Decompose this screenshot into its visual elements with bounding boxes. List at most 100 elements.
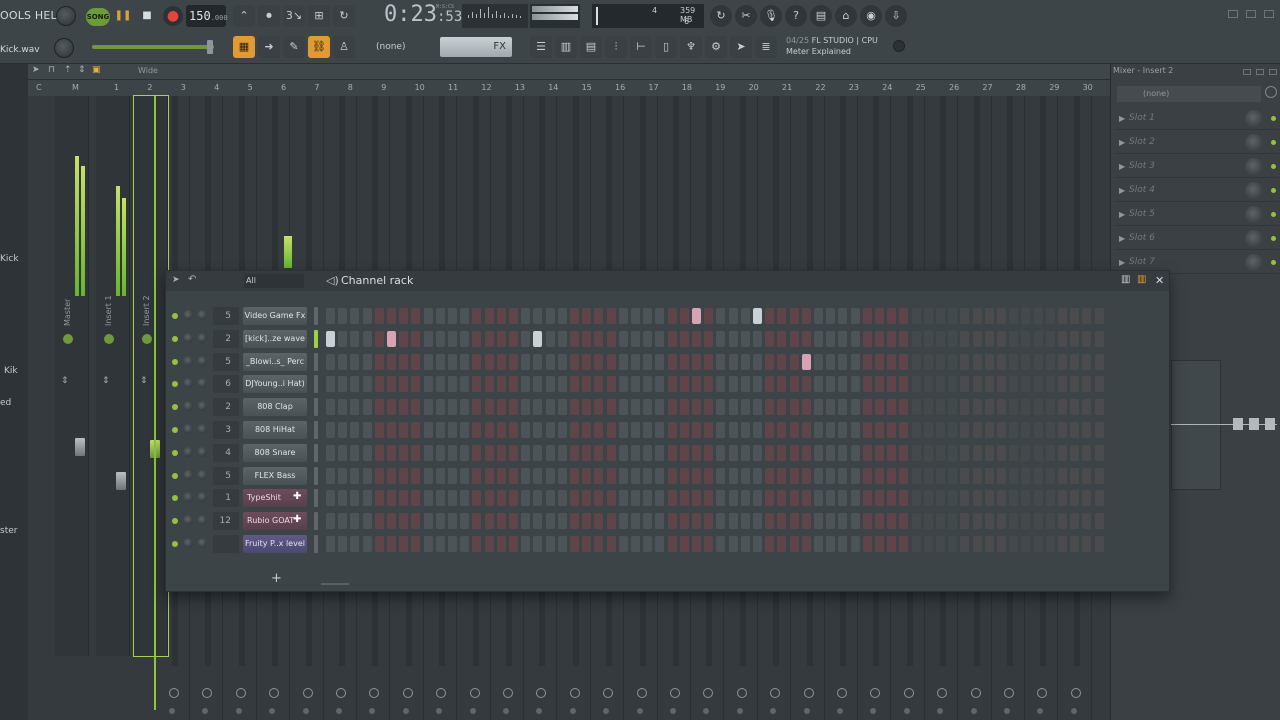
step-button[interactable] bbox=[521, 444, 531, 461]
step-button[interactable] bbox=[399, 422, 409, 438]
step-button[interactable] bbox=[936, 399, 945, 416]
step-button[interactable] bbox=[570, 422, 579, 438]
track-button[interactable] bbox=[536, 688, 547, 698]
step-button[interactable] bbox=[448, 513, 457, 530]
channel-row[interactable]: 6 DJYoung..i Hat) bbox=[166, 373, 1169, 396]
step-button[interactable] bbox=[655, 467, 665, 484]
expand-icon[interactable]: ▶ bbox=[1119, 186, 1125, 195]
step-button[interactable] bbox=[911, 399, 921, 416]
step-button[interactable] bbox=[509, 467, 518, 484]
step-button[interactable] bbox=[1094, 308, 1104, 324]
track-button[interactable] bbox=[770, 708, 777, 714]
step-button[interactable] bbox=[936, 353, 945, 370]
pan-knob[interactable] bbox=[183, 401, 193, 412]
step-button[interactable] bbox=[850, 376, 860, 393]
step-button[interactable] bbox=[545, 513, 555, 530]
track-button[interactable] bbox=[202, 708, 209, 714]
channel-select-led[interactable] bbox=[314, 352, 318, 371]
step-button[interactable] bbox=[984, 536, 994, 552]
step-button[interactable] bbox=[435, 422, 445, 438]
step-button[interactable] bbox=[496, 399, 506, 416]
step-button[interactable] bbox=[692, 353, 701, 370]
track-button[interactable] bbox=[569, 708, 576, 714]
step-button[interactable] bbox=[1070, 353, 1080, 370]
step-button[interactable] bbox=[545, 422, 555, 438]
track-button[interactable] bbox=[235, 708, 242, 714]
list-icon[interactable]: ≣ bbox=[755, 36, 777, 58]
step-button[interactable] bbox=[655, 490, 665, 507]
track-button[interactable] bbox=[870, 688, 881, 698]
step-button[interactable] bbox=[850, 490, 860, 507]
step-button[interactable] bbox=[594, 513, 604, 530]
pan-knob[interactable] bbox=[183, 446, 193, 457]
volume-knob[interactable] bbox=[197, 469, 207, 480]
step-button[interactable] bbox=[814, 422, 823, 438]
step-button[interactable] bbox=[923, 308, 933, 324]
track-button[interactable] bbox=[670, 688, 680, 698]
mixer-track-number[interactable]: 1 bbox=[213, 489, 239, 508]
step-button[interactable] bbox=[728, 330, 738, 347]
step-button[interactable] bbox=[716, 399, 726, 416]
step-button[interactable] bbox=[509, 376, 518, 393]
track-button[interactable] bbox=[703, 708, 710, 714]
step-button[interactable] bbox=[460, 399, 470, 416]
step-button[interactable] bbox=[997, 444, 1006, 461]
effect-slot[interactable]: ▶ Slot 2 bbox=[1115, 132, 1279, 154]
step-button[interactable] bbox=[423, 330, 433, 347]
step-button[interactable] bbox=[484, 308, 494, 324]
step-button[interactable] bbox=[582, 422, 592, 438]
step-button[interactable] bbox=[887, 513, 897, 530]
step-button[interactable] bbox=[533, 422, 543, 438]
step-button[interactable] bbox=[594, 330, 604, 347]
song-time-display[interactable]: 0:23:53 M:S:CS bbox=[384, 2, 462, 27]
step-button[interactable] bbox=[1045, 536, 1055, 552]
step-button[interactable] bbox=[387, 513, 396, 530]
layout-mode-label[interactable]: Wide bbox=[138, 66, 158, 75]
step-button[interactable] bbox=[923, 444, 933, 461]
step-button[interactable] bbox=[777, 353, 787, 370]
step-button[interactable] bbox=[899, 422, 909, 438]
step-button[interactable] bbox=[765, 330, 775, 347]
step-button[interactable] bbox=[875, 444, 884, 461]
step-button[interactable] bbox=[777, 376, 787, 393]
minimize-icon[interactable] bbox=[1243, 69, 1251, 75]
step-button[interactable] bbox=[972, 353, 982, 370]
step-button[interactable] bbox=[814, 353, 823, 370]
step-button[interactable] bbox=[862, 422, 872, 438]
step-button[interactable] bbox=[777, 422, 787, 438]
step-button[interactable] bbox=[960, 308, 970, 324]
step-button[interactable] bbox=[740, 376, 750, 393]
step-button[interactable] bbox=[411, 353, 421, 370]
step-button[interactable] bbox=[484, 536, 494, 552]
step-button[interactable] bbox=[338, 467, 348, 484]
step-button[interactable] bbox=[533, 353, 543, 370]
step-button[interactable] bbox=[606, 308, 616, 324]
step-button[interactable] bbox=[1021, 308, 1031, 324]
hierarchy-icon[interactable]: ⊢ bbox=[630, 36, 652, 58]
step-button[interactable] bbox=[692, 376, 701, 393]
step-button[interactable] bbox=[655, 376, 665, 393]
step-button[interactable] bbox=[789, 513, 799, 530]
step-button[interactable] bbox=[582, 399, 592, 416]
channel-select-led[interactable] bbox=[314, 535, 318, 553]
step-button[interactable] bbox=[1021, 353, 1031, 370]
tempo-display[interactable]: 150.000 bbox=[186, 5, 228, 27]
mixer-track-number[interactable]: 3 bbox=[213, 421, 239, 439]
browser-icon[interactable]: ▯ bbox=[655, 36, 677, 58]
step-button[interactable] bbox=[984, 513, 994, 530]
step-button[interactable] bbox=[667, 353, 677, 370]
plus-icon[interactable]: ✚ bbox=[293, 491, 301, 502]
step-button[interactable] bbox=[1082, 308, 1092, 324]
insert-strip-selected[interactable]: Insert 2 ⇕ bbox=[133, 95, 169, 657]
step-button[interactable] bbox=[594, 308, 604, 324]
step-button[interactable] bbox=[692, 308, 701, 324]
step-button[interactable] bbox=[801, 330, 811, 347]
step-button[interactable] bbox=[826, 330, 836, 347]
step-button[interactable] bbox=[753, 353, 762, 370]
step-button[interactable] bbox=[618, 490, 628, 507]
step-button[interactable] bbox=[1045, 422, 1055, 438]
step-button[interactable] bbox=[789, 353, 799, 370]
step-button[interactable] bbox=[387, 490, 396, 507]
master-pitch-slider[interactable] bbox=[92, 45, 214, 49]
step-button[interactable] bbox=[472, 330, 482, 347]
